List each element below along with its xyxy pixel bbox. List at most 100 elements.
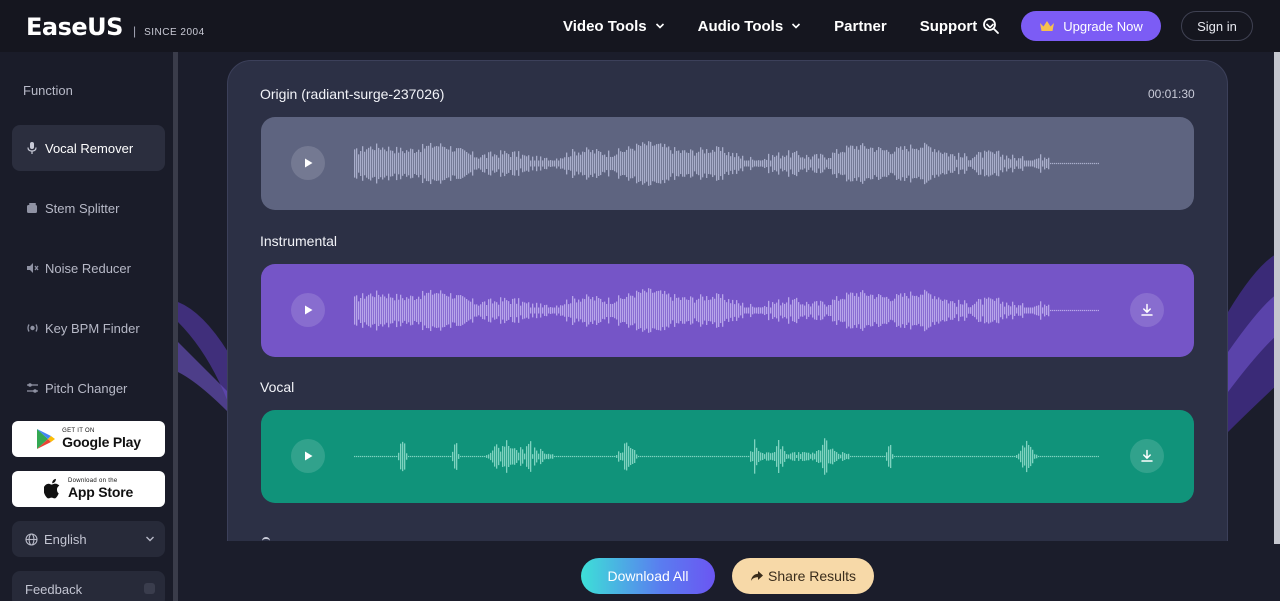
share-results-button[interactable]: Share Results [732, 558, 874, 594]
waveform-bar [950, 301, 952, 320]
waveform-bar [1030, 307, 1032, 314]
waveform-bar [806, 301, 808, 320]
instrumental-waveform[interactable] [354, 284, 1099, 337]
waveform-bar [684, 297, 686, 324]
waveform-bar [940, 455, 942, 458]
waveform-bar [474, 157, 476, 170]
sidebar-item-pitch-changer[interactable]: Pitch Changer [12, 365, 165, 411]
waveform-bar [528, 155, 530, 172]
waveform-bar [922, 147, 924, 180]
waveform-bar [638, 455, 640, 458]
waveform-bar [776, 446, 778, 467]
waveform-bar [1060, 455, 1062, 458]
waveform-bar [954, 156, 956, 171]
upgrade-now-button[interactable]: Upgrade Now [1021, 11, 1161, 41]
vocal-play-button[interactable] [291, 439, 325, 473]
nav-video-tools[interactable]: Video Tools [563, 18, 665, 35]
waveform-bar [792, 152, 794, 175]
google-play-button[interactable]: GET IT ON Google Play [12, 421, 165, 457]
vocal-download-button[interactable] [1130, 439, 1164, 473]
sign-in-button[interactable]: Sign in [1181, 11, 1253, 41]
easeus-logo[interactable]: EaseUS | SINCE 2004 [26, 13, 205, 41]
waveform-bar [398, 152, 400, 175]
waveform-bar [356, 148, 358, 179]
waveform-bar [448, 296, 450, 325]
sidebar-item-key-bpm-finder[interactable]: Key BPM Finder [12, 305, 165, 351]
waveform-bar [674, 455, 676, 458]
waveform-bar [592, 297, 594, 324]
waveform-bar [824, 438, 826, 475]
waveform-bar [872, 147, 874, 180]
sidebar-item-noise-reducer[interactable]: Noise Reducer [12, 245, 165, 291]
waveform-bar [670, 150, 672, 177]
sidebar-item-label: Stem Splitter [45, 200, 120, 216]
instrumental-play-button[interactable] [291, 293, 325, 327]
waveform-bar [532, 454, 534, 459]
waveform-bar [658, 455, 660, 458]
waveform-bar [1082, 455, 1084, 458]
waveform-bar [1076, 162, 1078, 165]
waveform-bar [428, 292, 430, 329]
nav-audio-tools[interactable]: Audio Tools [698, 18, 802, 35]
waveform-bar [690, 296, 692, 325]
waveform-bar [874, 298, 876, 323]
waveform-bar [896, 455, 898, 458]
waveform-bar [480, 455, 482, 458]
waveform-bar [624, 151, 626, 176]
waveform-bar [460, 455, 462, 458]
waveform-bar [1062, 455, 1064, 458]
waveform-bar [416, 151, 418, 176]
waveform-bar [760, 307, 762, 314]
waveform-bar [1090, 309, 1092, 312]
page-scrollbar[interactable] [1274, 52, 1280, 544]
waveform-bar [876, 297, 878, 324]
waveform-bar [678, 150, 680, 177]
waveform-bar [696, 455, 698, 458]
waveform-bar [682, 150, 684, 177]
waveform-bar [718, 455, 720, 458]
vocal-waveform[interactable] [354, 430, 1099, 483]
waveform-bar [1040, 154, 1042, 173]
waveform-bar [466, 455, 468, 458]
sidebar-item-vocal-remover[interactable]: Vocal Remover [12, 125, 165, 171]
nav-partner[interactable]: Partner [834, 18, 887, 35]
sidebar-item-label: Pitch Changer [45, 380, 128, 396]
waveform-bar [646, 145, 648, 182]
waveform-bar [1002, 455, 1004, 458]
waveform-bar [460, 148, 462, 179]
sidebar-item-label: Key BPM Finder [45, 320, 140, 336]
sidebar-item-stem-splitter[interactable]: Stem Splitter [12, 185, 165, 231]
waveform-bar [1078, 162, 1080, 165]
waveform-bar [1010, 455, 1012, 458]
waveform-bar [374, 297, 376, 324]
waveform-bar [1058, 455, 1060, 458]
instrumental-download-button[interactable] [1130, 293, 1164, 327]
origin-play-button[interactable] [291, 146, 325, 180]
feedback-button[interactable]: Feedback [12, 571, 165, 601]
waveform-bar [802, 304, 804, 317]
waveform-bar [1044, 304, 1046, 317]
search-icon[interactable] [982, 17, 1000, 35]
waveform-bar [830, 157, 832, 170]
waveform-bar [520, 305, 522, 316]
waveform-bar [608, 455, 610, 458]
download-all-button[interactable]: Download All [581, 558, 715, 594]
waveform-bar [810, 159, 812, 168]
waveform-bar [896, 147, 898, 180]
waveform-bar [1088, 309, 1090, 312]
waveform-bar [960, 157, 962, 170]
origin-waveform[interactable] [354, 137, 1099, 190]
waveform-bar [528, 443, 530, 470]
waveform-bar [1014, 455, 1016, 458]
waveform-bar [948, 455, 950, 458]
language-select[interactable]: English [12, 521, 165, 557]
app-store-button[interactable]: Download on the App Store [12, 471, 165, 507]
waveform-bar [880, 148, 882, 179]
waveform-bar [814, 453, 816, 460]
waveform-bar [384, 296, 386, 325]
waveform-bar [746, 455, 748, 458]
waveform-bar [664, 143, 666, 184]
waveform-bar [688, 455, 690, 458]
waveform-bar [654, 292, 656, 329]
top-header: EaseUS | SINCE 2004 Video Tools Audio To… [0, 0, 1280, 52]
